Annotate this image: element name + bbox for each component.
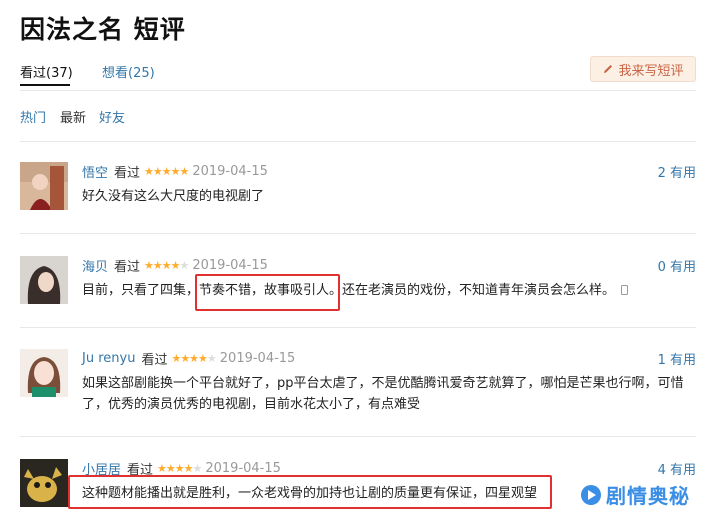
sort-friends[interactable]: 好友: [99, 107, 125, 126]
write-review-button[interactable]: 我来写短评: [590, 56, 696, 82]
watermark-text: 剧情奥秘: [606, 484, 690, 508]
divider: [20, 90, 696, 91]
review-date: 2019-04-15: [205, 461, 281, 476]
avatar[interactable]: [20, 459, 68, 507]
sort-hot[interactable]: 热门: [20, 107, 46, 126]
review-user[interactable]: Ju renyu: [82, 351, 135, 366]
review-date: 2019-04-15: [219, 351, 296, 366]
divider: [20, 436, 696, 437]
divider: [20, 233, 696, 234]
watermark: 剧情奥秘: [580, 480, 690, 509]
review-user[interactable]: 悟空: [82, 162, 108, 181]
useful-vote[interactable]: 4 有用: [658, 459, 696, 478]
review-status: 看过: [141, 353, 168, 368]
highlight-box: [68, 475, 552, 509]
review-comment: 如果这部剧能换一个平台就好了，pp平台太虐了，不是优酷腾讯爱奇艺就算了，哪怕是芒…: [82, 376, 684, 412]
pencil-icon: [604, 65, 613, 73]
tab-want[interactable]: 想看(25): [102, 62, 155, 81]
review-item: 悟空 看过 ★★★★★ 2019-04-15 2 有用 好久没有这么大尺度的电视…: [20, 162, 696, 222]
write-review-label: 我来写短评: [618, 63, 684, 79]
rating-stars: ★★★★★: [171, 352, 216, 365]
review-comment: 好久没有这么大尺度的电视剧了: [82, 189, 265, 204]
active-tab-indicator: [20, 84, 70, 86]
review-status: 看过: [114, 166, 141, 181]
avatar[interactable]: [20, 256, 68, 304]
page-title: 因法之名 短评: [20, 15, 186, 44]
review-item: 海贝 看过 ★★★★★ 2019-04-15 0 有用 目前，只看了四集，节奏不…: [20, 256, 696, 316]
review-comment: 目前，只看了四集，节奏不错，故事吸引人。还在老演员的戏份，不知道青年演员会怎么样…: [82, 280, 694, 301]
review-date: 2019-04-15: [192, 164, 268, 179]
rating-stars: ★★★★★: [144, 259, 189, 272]
divider: [20, 327, 696, 328]
play-logo-icon: [581, 484, 601, 505]
review-item: Ju renyu 看过 ★★★★★ 2019-04-15 1 有用 如果这部剧能…: [20, 349, 696, 415]
review-user[interactable]: 海贝: [82, 256, 108, 275]
tab-seen[interactable]: 看过(37): [20, 62, 73, 81]
useful-vote[interactable]: 1 有用: [658, 349, 696, 368]
useful-vote[interactable]: 2 有用: [658, 162, 696, 181]
avatar[interactable]: [20, 162, 68, 210]
highlight-box: [195, 274, 340, 311]
rating-stars: ★★★★★: [144, 165, 189, 178]
review-status: 看过: [114, 260, 141, 275]
mobile-icon: [621, 285, 629, 295]
divider: [20, 141, 696, 142]
sort-latest[interactable]: 最新: [60, 107, 86, 126]
review-date: 2019-04-15: [192, 258, 268, 273]
avatar[interactable]: [20, 349, 68, 397]
useful-vote[interactable]: 0 有用: [658, 256, 696, 275]
rating-stars: ★★★★★: [157, 462, 202, 475]
review-comment-text: 目前，只看了四集，节奏不错，故事吸引人。还在老演员的戏份，不知道青年演员会怎么样…: [82, 283, 616, 298]
